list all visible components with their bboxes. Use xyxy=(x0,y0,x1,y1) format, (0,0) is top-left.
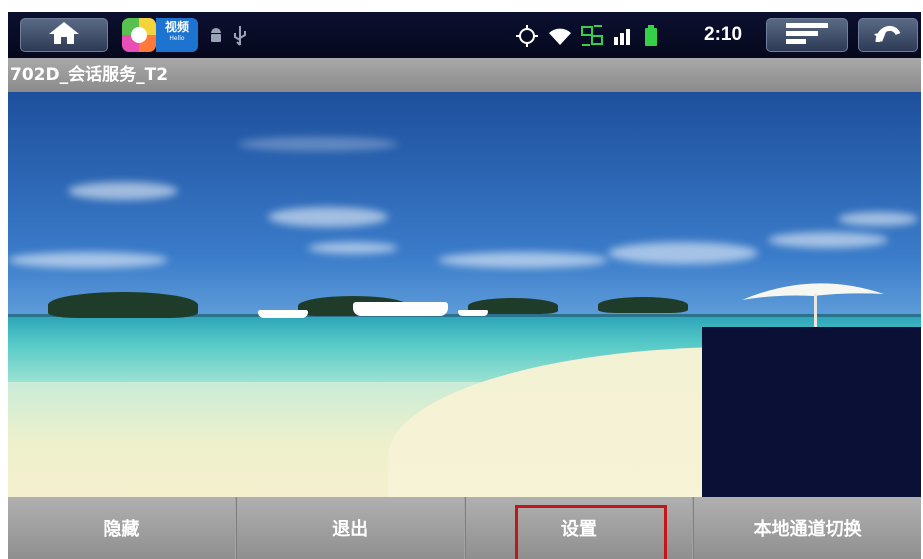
battery-icon xyxy=(644,25,658,51)
settings-highlight-box xyxy=(515,505,667,559)
gps-icon xyxy=(516,25,538,51)
app-icon-label: 视频 xyxy=(164,20,189,34)
usb-icon xyxy=(232,25,248,51)
back-button[interactable] xyxy=(858,18,918,52)
session-title: 702D_会话服务_T2 xyxy=(10,65,169,85)
app-icon-sublabel: Hello xyxy=(169,35,185,42)
menu-button[interactable] xyxy=(766,18,848,52)
exit-button[interactable]: 退出 xyxy=(235,497,465,559)
android-icon xyxy=(208,25,224,49)
menu-icon xyxy=(784,21,830,49)
window-title-bar: 702D_会话服务_T2 xyxy=(8,58,921,92)
wifi-icon xyxy=(548,25,572,51)
video-app-icon[interactable] xyxy=(122,18,156,52)
bottom-action-bar: 隐藏 退出 设置 本地通道切换 xyxy=(8,497,921,559)
home-button[interactable] xyxy=(20,18,108,52)
status-bar: 视频 Hello 2:10 xyxy=(8,12,921,58)
hide-button[interactable]: 隐藏 xyxy=(8,497,236,559)
signal-icon xyxy=(612,25,634,51)
home-icon xyxy=(47,20,81,50)
local-video-preview xyxy=(702,327,921,497)
clock-time: 2:10 xyxy=(704,24,743,45)
sync-icon xyxy=(580,25,604,51)
back-icon xyxy=(872,20,904,50)
video-app-label-icon[interactable]: 视频 Hello xyxy=(156,18,198,52)
switch-local-channel-button[interactable]: 本地通道切换 xyxy=(693,497,921,559)
